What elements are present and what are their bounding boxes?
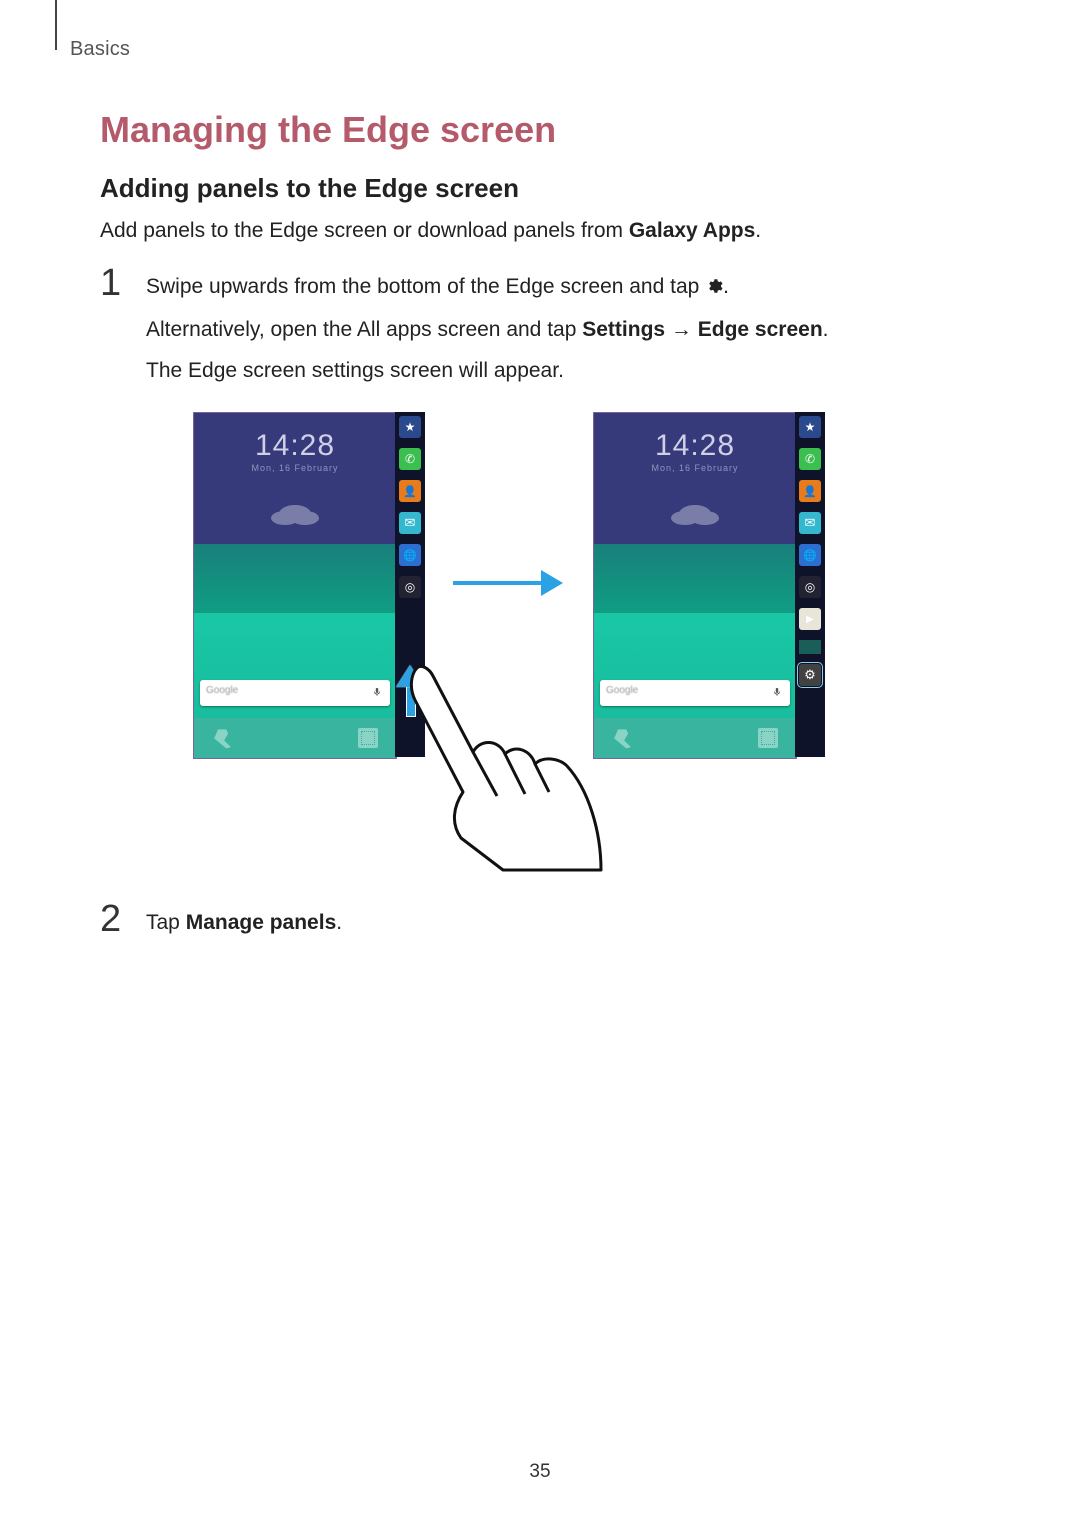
dock-spacer [649, 728, 669, 748]
edge-tile-contact [399, 480, 421, 502]
edge-tile-settings [799, 664, 821, 686]
mic-icon [372, 685, 382, 699]
dock-phone-icon [612, 728, 632, 748]
dock-apps-icon [358, 728, 378, 748]
dock-spacer [249, 728, 269, 748]
gear-icon [705, 272, 723, 307]
weather-icon [679, 505, 711, 523]
step-1-line-1: Swipe upwards from the bottom of the Edg… [146, 270, 980, 307]
dock-apps-icon [758, 728, 778, 748]
intro-bold: Galaxy Apps [629, 219, 755, 242]
edge-tile-camera [399, 576, 421, 598]
edge-tile-contact [799, 480, 821, 502]
dock [194, 718, 396, 758]
edge-tile-phone [399, 448, 421, 470]
phone-before: 14:28 Mon, 16 February Google [193, 412, 425, 757]
mic-icon [772, 685, 782, 699]
intro-pre: Add panels to the Edge screen or downloa… [100, 219, 629, 242]
phone-screen: 14:28 Mon, 16 February Google [593, 412, 797, 759]
step-1-line-3: The Edge screen settings screen will app… [146, 354, 980, 389]
step-1: Swipe upwards from the bottom of the Edg… [100, 270, 980, 872]
weather-icon [279, 505, 311, 523]
intro-post: . [755, 219, 761, 242]
dock [594, 718, 796, 758]
page-number: 35 [0, 1461, 1080, 1483]
lockscreen-clock: 14:28 Mon, 16 February [194, 429, 396, 473]
search-placeholder: Google [206, 685, 238, 696]
lockscreen-clock: 14:28 Mon, 16 February [594, 429, 796, 473]
edge-tile-browser [399, 544, 421, 566]
figure-edge-swipe: 14:28 Mon, 16 February Google [193, 412, 933, 872]
dock-spacer [685, 728, 705, 748]
edge-tile-browser [799, 544, 821, 566]
edge-tile-message [799, 512, 821, 534]
step-1-line-2: Alternatively, open the All apps screen … [146, 313, 980, 348]
dock-spacer [721, 728, 741, 748]
phone-after: 14:28 Mon, 16 February Google [593, 412, 825, 757]
edge-tile-star [799, 416, 821, 438]
edge-tile-star [399, 416, 421, 438]
hand-gesture-icon [393, 662, 613, 872]
edge-tile-message [399, 512, 421, 534]
breadcrumb: Basics [70, 38, 980, 61]
edge-panel [795, 412, 825, 757]
edge-tile-phone [799, 448, 821, 470]
search-bar: Google [200, 680, 390, 706]
dock-spacer [321, 728, 341, 748]
dock-phone-icon [212, 728, 232, 748]
intro-text: Add panels to the Edge screen or downloa… [100, 216, 980, 246]
edge-tile-camera [799, 576, 821, 598]
section-title: Managing the Edge screen [100, 109, 980, 151]
transition-arrow-icon [453, 570, 563, 596]
phone-screen: 14:28 Mon, 16 February Google [193, 412, 397, 759]
edge-tile-store [799, 608, 821, 630]
edge-tile-mini [799, 640, 821, 654]
dock-spacer [285, 728, 305, 748]
step-2: Tap Manage panels. [100, 906, 980, 941]
step-2-line-1: Tap Manage panels. [146, 906, 980, 941]
sub-title: Adding panels to the Edge screen [100, 173, 980, 204]
search-bar: Google [600, 680, 790, 706]
